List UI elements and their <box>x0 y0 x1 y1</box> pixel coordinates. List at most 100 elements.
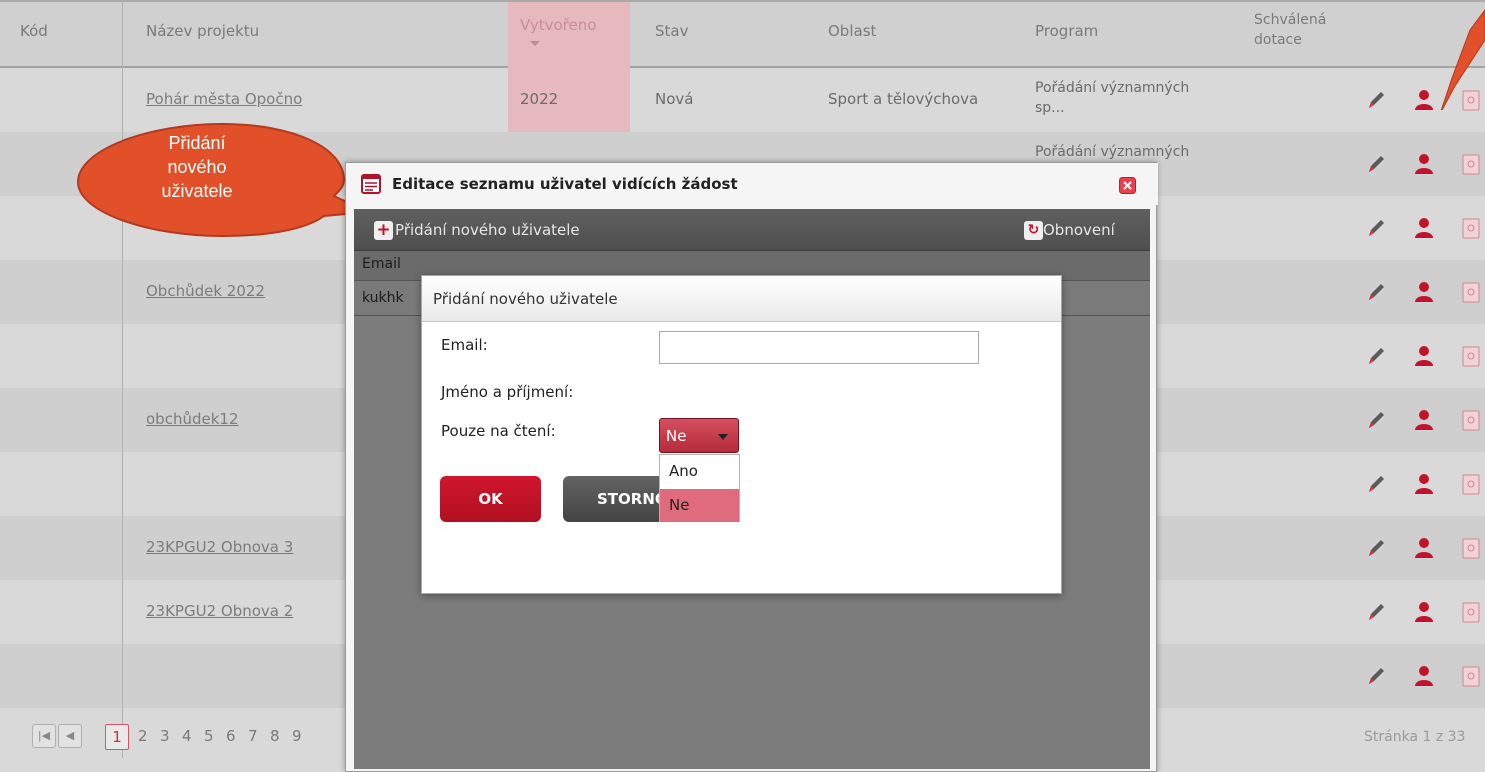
project-name-link[interactable]: obchůdek12 <box>146 410 238 428</box>
status-cell: Nová <box>655 90 694 108</box>
project-name-link[interactable]: Pohár města Opočno <box>146 90 302 108</box>
header-status[interactable]: Stav <box>655 22 688 40</box>
page-number-3[interactable]: 3 <box>160 724 170 748</box>
header-approved-subsidy[interactable]: Schválená dotace <box>1254 10 1326 50</box>
option-no[interactable]: Ne <box>660 489 739 522</box>
row-actions <box>1365 280 1485 304</box>
user-icon[interactable] <box>1413 472 1435 496</box>
row-actions <box>1365 152 1485 176</box>
page-number-4[interactable]: 4 <box>182 724 192 748</box>
edit-icon[interactable] <box>1365 216 1387 240</box>
header-approved-subsidy-line1: Schválená <box>1254 12 1327 28</box>
users-grid-cell-email: kukhk <box>362 290 404 306</box>
grid-header: Kód Název projektu Vytvořeno Stav Oblast… <box>0 0 1485 68</box>
edit-icon[interactable] <box>1365 408 1387 432</box>
read-only-select[interactable]: Ne <box>659 418 739 453</box>
user-icon[interactable] <box>1413 600 1435 624</box>
page-number-9[interactable]: 9 <box>292 724 302 748</box>
recycle-bin-icon[interactable] <box>1460 472 1482 496</box>
user-icon[interactable] <box>1413 280 1435 304</box>
previous-page-icon: ◀ <box>65 729 75 742</box>
recycle-bin-icon[interactable] <box>1460 344 1482 368</box>
read-only-label: Pouze na čtení: <box>441 422 556 440</box>
header-program[interactable]: Program <box>1035 22 1098 40</box>
dialog-title: Editace seznamu uživatel vidících žádost <box>392 175 738 193</box>
row-actions <box>1365 600 1485 624</box>
refresh-button[interactable]: ↻ Obnovení <box>1024 221 1115 241</box>
page-number-2[interactable]: 2 <box>138 724 148 748</box>
user-icon[interactable] <box>1413 664 1435 688</box>
edit-icon[interactable] <box>1365 344 1387 368</box>
edit-icon[interactable] <box>1365 88 1387 112</box>
project-name-link[interactable]: 23KPGU2 Obnova 3 <box>146 538 293 556</box>
recycle-bin-icon[interactable] <box>1460 216 1482 240</box>
callout-line-2: nového <box>167 157 227 177</box>
page-number-6[interactable]: 6 <box>226 724 236 748</box>
recycle-bin-icon[interactable] <box>1460 536 1482 560</box>
add-user-dialog-titlebar[interactable]: Přidání nového uživatele <box>422 276 1061 322</box>
sort-desc-icon <box>530 41 540 46</box>
page-number-1[interactable]: 1 <box>105 724 129 750</box>
area-cell: Sport a tělovýchova <box>828 90 979 108</box>
header-approved-subsidy-line2: dotace <box>1254 32 1302 48</box>
app: Kód Název projektu Vytvořeno Stav Oblast… <box>0 0 1485 772</box>
recycle-bin-icon[interactable] <box>1460 664 1482 688</box>
program-line-1: Pořádání významných <box>1035 144 1190 160</box>
option-yes[interactable]: Ano <box>660 455 739 488</box>
refresh-label: Obnovení <box>1043 221 1115 239</box>
program-line-2: sp... <box>1035 100 1065 116</box>
user-icon[interactable] <box>1413 536 1435 560</box>
project-name-link[interactable]: Obchůdek 2022 <box>146 282 265 300</box>
recycle-bin-icon[interactable] <box>1460 600 1482 624</box>
header-project-name[interactable]: Název projektu <box>146 22 259 40</box>
recycle-bin-icon[interactable] <box>1460 408 1482 432</box>
first-page-button[interactable]: |◀ <box>32 724 56 748</box>
header-area[interactable]: Oblast <box>828 22 876 40</box>
user-icon[interactable] <box>1413 344 1435 368</box>
ok-button[interactable]: OK <box>440 476 541 522</box>
user-icon[interactable] <box>1413 408 1435 432</box>
callout-line-1: Přidání <box>168 133 226 153</box>
full-name-label: Jméno a příjmení: <box>441 383 574 401</box>
program-cell: Pořádání významných <box>1035 142 1245 162</box>
header-code[interactable]: Kód <box>20 22 48 40</box>
page-info: Stránka 1 z 33 <box>1364 729 1466 745</box>
add-user-dialog: Přidání nového uživatele Email: Jméno a … <box>421 275 1062 594</box>
user-icon[interactable] <box>1413 216 1435 240</box>
row-actions <box>1365 472 1485 496</box>
program-cell: Pořádání významných sp... <box>1035 78 1245 118</box>
edit-icon[interactable] <box>1365 536 1387 560</box>
email-label: Email: <box>441 336 488 354</box>
add-icon: + <box>374 221 393 240</box>
row-actions <box>1365 344 1485 368</box>
refresh-icon: ↻ <box>1024 221 1043 240</box>
cancel-button[interactable]: STORNO <box>563 476 659 522</box>
page-number-7[interactable]: 7 <box>248 724 258 748</box>
read-only-dropdown: Ano Ne <box>659 454 740 522</box>
edit-icon[interactable] <box>1365 664 1387 688</box>
recycle-bin-icon[interactable] <box>1460 280 1482 304</box>
previous-page-button[interactable]: ◀ <box>58 724 82 748</box>
row-actions <box>1365 408 1485 432</box>
edit-icon[interactable] <box>1365 152 1387 176</box>
read-only-selected-value: Ne <box>666 427 687 445</box>
header-created[interactable]: Vytvořeno <box>508 2 630 68</box>
row-actions <box>1365 664 1485 688</box>
callout-line-3: uživatele <box>161 181 233 201</box>
users-grid-header-email[interactable]: Email <box>362 256 401 272</box>
project-name-link[interactable]: 23KPGU2 Obnova 2 <box>146 602 293 620</box>
edit-icon[interactable] <box>1365 280 1387 304</box>
page-number-8[interactable]: 8 <box>270 724 280 748</box>
user-icon[interactable] <box>1413 152 1435 176</box>
dialog-titlebar[interactable]: Editace seznamu uživatel vidících žádost <box>346 163 1158 205</box>
edit-icon[interactable] <box>1365 600 1387 624</box>
row-actions <box>1365 536 1485 560</box>
edit-icon[interactable] <box>1365 472 1387 496</box>
close-icon[interactable] <box>1119 177 1136 194</box>
page-number-5[interactable]: 5 <box>204 724 214 748</box>
recycle-bin-icon[interactable] <box>1460 152 1482 176</box>
add-user-button[interactable]: + Přidání nového uživatele <box>374 221 580 241</box>
email-field[interactable] <box>659 331 979 364</box>
callout-text: Přidání nového uživatele <box>72 131 322 203</box>
dialog-form-icon <box>361 174 381 194</box>
